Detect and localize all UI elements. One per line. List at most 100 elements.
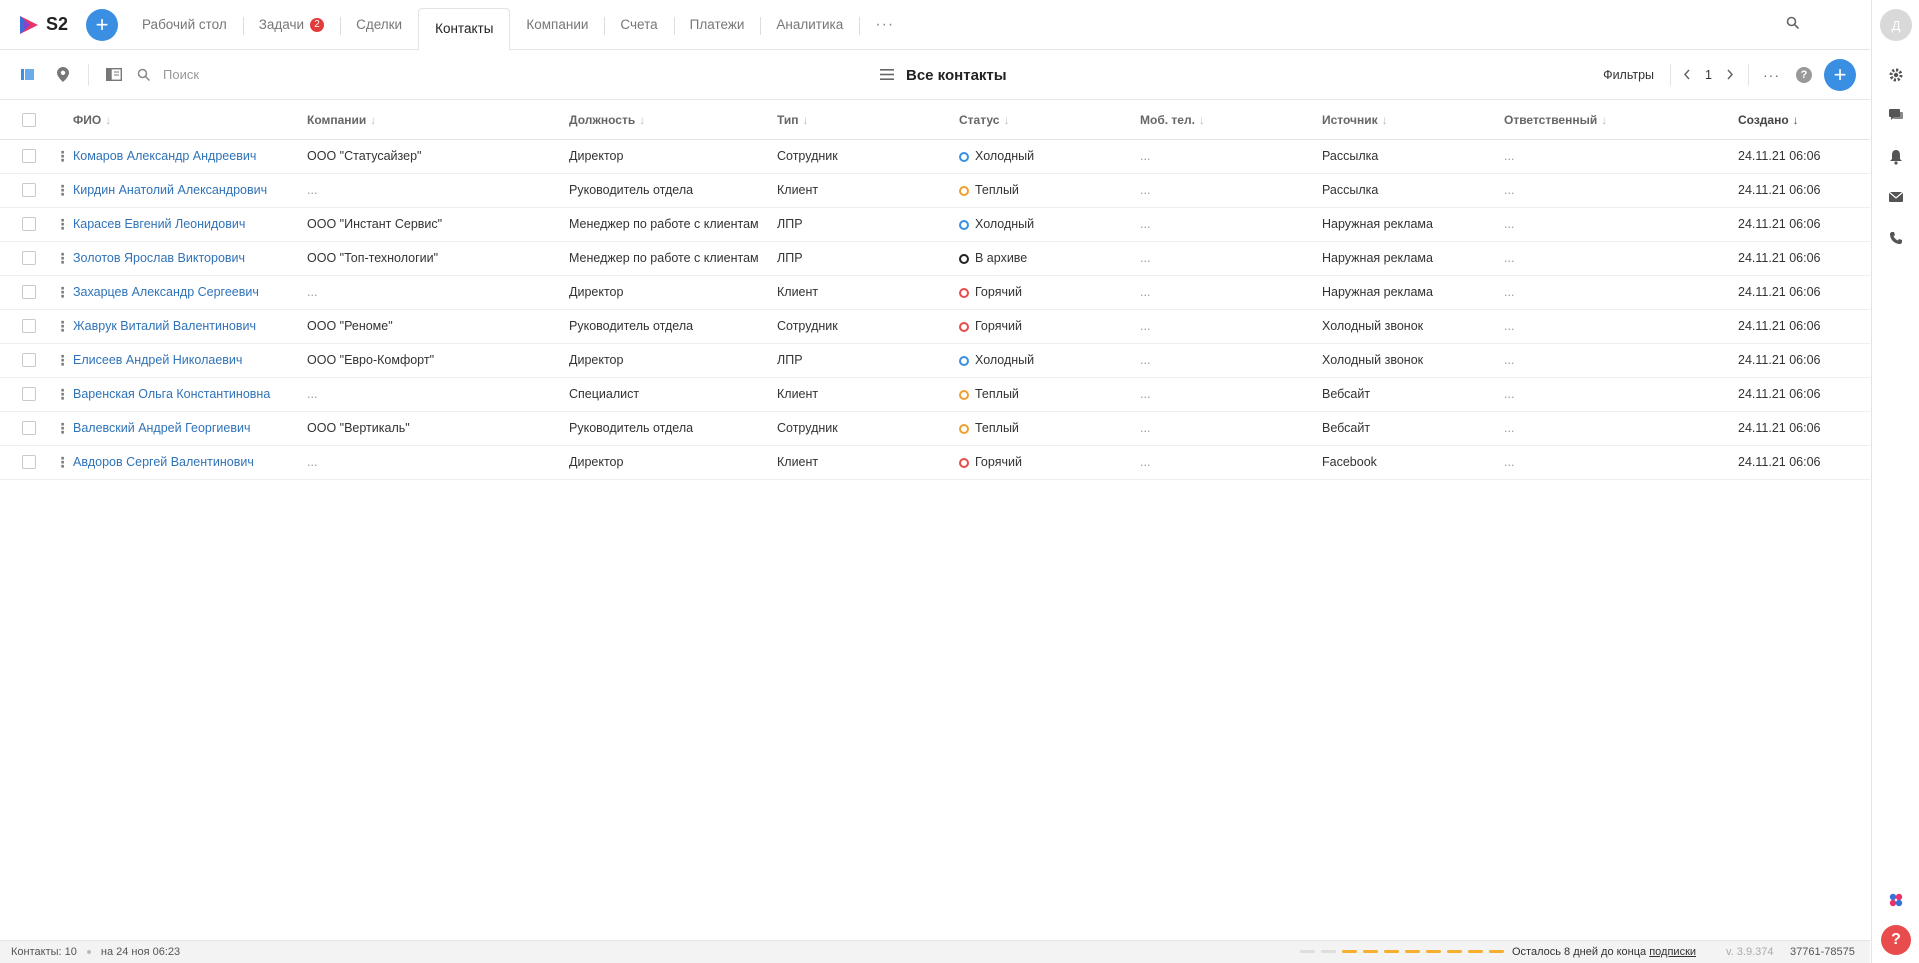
company-cell[interactable]: ... [307, 173, 569, 208]
tab-4[interactable]: Компании [510, 0, 604, 50]
company-cell[interactable]: ООО "Инстант Сервис" [307, 207, 569, 242]
row-checkbox[interactable] [22, 217, 36, 232]
row-select-cell [0, 377, 52, 412]
phone-icon[interactable] [1887, 229, 1905, 247]
tab-0[interactable]: Рабочий стол [126, 0, 243, 50]
column-header-status[interactable]: Статус ↓ [959, 101, 1140, 140]
chevron-left-icon[interactable] [1683, 68, 1691, 83]
contact-name[interactable]: Авдоров Сергей Валентинович [73, 445, 307, 480]
row-checkbox[interactable] [22, 387, 36, 402]
row-checkbox[interactable] [22, 455, 36, 470]
chevron-right-icon[interactable] [1726, 68, 1734, 83]
search-input[interactable]: Поиск [163, 67, 199, 82]
column-header-owner[interactable]: Ответственный ↓ [1504, 101, 1738, 140]
table-row[interactable]: ⋮ Карасев Евгений Леонидович ООО "Инстант … [0, 207, 1870, 242]
company-cell[interactable]: ООО "Статусайзер" [307, 139, 569, 174]
table-row[interactable]: ⋮ Валевский Андрей Георгиевич ООО "Вертика… [0, 411, 1870, 446]
row-menu-icon[interactable]: ⋮ [52, 309, 73, 344]
sidebar-toggle-icon[interactable] [101, 62, 127, 88]
row-checkbox[interactable] [22, 319, 36, 334]
filters-button[interactable]: Фильтры [1603, 68, 1654, 82]
tab-2[interactable]: Сделки [340, 0, 418, 50]
column-header-company[interactable]: Компании ↓ [307, 101, 569, 140]
tab-6[interactable]: Платежи [673, 0, 761, 50]
tab-3[interactable]: Контакты [418, 7, 511, 50]
help-icon[interactable]: ? [1796, 67, 1812, 83]
separator-dot [86, 950, 91, 954]
column-header-source[interactable]: Источник ↓ [1322, 101, 1504, 140]
integrations-icon[interactable] [1887, 891, 1905, 909]
owner-cell: ... [1504, 343, 1738, 378]
column-header-mobile[interactable]: Моб. тел. ↓ [1140, 101, 1322, 140]
row-menu-icon[interactable]: ⋮ [52, 241, 73, 276]
contact-name[interactable]: Варенская Ольга Константиновна [73, 377, 307, 412]
list-view-icon[interactable] [14, 62, 40, 88]
row-checkbox[interactable] [22, 149, 36, 164]
contact-name[interactable]: Золотов Ярослав Викторович [73, 241, 307, 276]
global-add-button[interactable]: + [86, 8, 118, 41]
tab-label: Рабочий стол [142, 17, 227, 32]
table-row[interactable]: ⋮ Елисеев Андрей Николаевич ООО "Евро-Комф… [0, 343, 1870, 378]
status-cell: Горячий [959, 309, 1140, 344]
tab-5[interactable]: Счета [604, 0, 673, 50]
support-help-button[interactable]: ? [1881, 925, 1911, 955]
tab-1[interactable]: Задачи 2 [242, 0, 340, 50]
company-cell[interactable]: ... [307, 445, 569, 480]
contact-name[interactable]: Кирдин Анатолий Александрович [73, 173, 307, 208]
column-header-type[interactable]: Тип ↓ [777, 101, 959, 140]
row-checkbox[interactable] [22, 353, 36, 368]
contact-name[interactable]: Захарцев Александр Сергеевич [73, 275, 307, 310]
view-selector[interactable]: Все контакты [880, 50, 1007, 100]
table-row[interactable]: ⋮ Кирдин Анатолий Александрович... Руковод… [0, 173, 1870, 208]
table-row[interactable]: ⋮ Золотов Ярослав Викторович ООО "Топ-техн… [0, 241, 1870, 276]
row-checkbox[interactable] [22, 251, 36, 266]
company-cell[interactable]: ООО "Реноме" [307, 309, 569, 344]
row-menu-icon[interactable]: ⋮ [52, 139, 73, 174]
column-header-position[interactable]: Должность ↓ [569, 101, 777, 140]
gear-icon[interactable] [1887, 66, 1905, 84]
map-pin-icon[interactable] [50, 62, 76, 88]
row-checkbox[interactable] [22, 421, 36, 436]
subscription-link[interactable]: подписки [1649, 946, 1696, 958]
row-menu-icon[interactable]: ⋮ [52, 207, 73, 242]
contact-name[interactable]: Карасев Евгений Леонидович [73, 207, 307, 242]
row-menu-icon[interactable]: ⋮ [52, 377, 73, 412]
tab-7[interactable]: Аналитика [760, 0, 859, 50]
contact-name[interactable]: Елисеев Андрей Николаевич [73, 343, 307, 378]
table-row[interactable]: ⋮ Комаров Александр Андреевич ООО "Статуса… [0, 139, 1870, 174]
row-menu-icon[interactable]: ⋮ [52, 343, 73, 378]
global-search-icon[interactable] [1786, 16, 1800, 33]
mail-icon[interactable] [1887, 188, 1905, 206]
company-cell[interactable]: ... [307, 377, 569, 412]
add-contact-button[interactable]: + [1824, 59, 1856, 91]
contact-name[interactable]: Жаврук Виталий Валентинович [73, 309, 307, 344]
row-checkbox[interactable] [22, 183, 36, 198]
column-header-fio[interactable]: ФИО ↓ [73, 101, 307, 140]
row-checkbox[interactable] [22, 285, 36, 300]
status-cell: Теплый [959, 377, 1140, 412]
column-header-created[interactable]: Создано ↓ [1738, 101, 1870, 140]
row-menu-icon[interactable]: ⋮ [52, 173, 73, 208]
table-row[interactable]: ⋮ Варенская Ольга Константиновна... Специа… [0, 377, 1870, 412]
contact-name[interactable]: Валевский Андрей Георгиевич [73, 411, 307, 446]
row-menu-icon[interactable]: ⋮ [52, 411, 73, 446]
tabs-more-button[interactable]: ··· [859, 0, 910, 50]
table-row[interactable]: ⋮ Жаврук Виталий Валентинович ООО "Реноме"… [0, 309, 1870, 344]
row-menu-icon[interactable]: ⋮ [52, 275, 73, 310]
company-cell[interactable]: ООО "Евро-Комфорт" [307, 343, 569, 378]
logo[interactable]: S2 [18, 14, 86, 36]
table-row[interactable]: ⋮ Захарцев Александр Сергеевич... Директор… [0, 275, 1870, 310]
row-menu-icon[interactable]: ⋮ [52, 445, 73, 480]
table-row[interactable]: ⋮ Авдоров Сергей Валентинович... Директор К… [0, 445, 1870, 480]
select-all-checkbox[interactable] [22, 113, 36, 128]
company-cell[interactable]: ООО "Вертикаль" [307, 411, 569, 446]
chat-icon[interactable] [1887, 106, 1905, 124]
sort-arrow-icon: ↓ [1003, 112, 1010, 127]
tab-label: Контакты [435, 21, 494, 36]
contact-name[interactable]: Комаров Александр Андреевич [73, 139, 307, 174]
more-icon[interactable]: ··· [1763, 67, 1780, 83]
bell-icon[interactable] [1887, 148, 1905, 166]
company-cell[interactable]: ... [307, 275, 569, 310]
user-avatar[interactable]: Д [1880, 9, 1912, 41]
company-cell[interactable]: ООО "Топ-технологии" [307, 241, 569, 276]
